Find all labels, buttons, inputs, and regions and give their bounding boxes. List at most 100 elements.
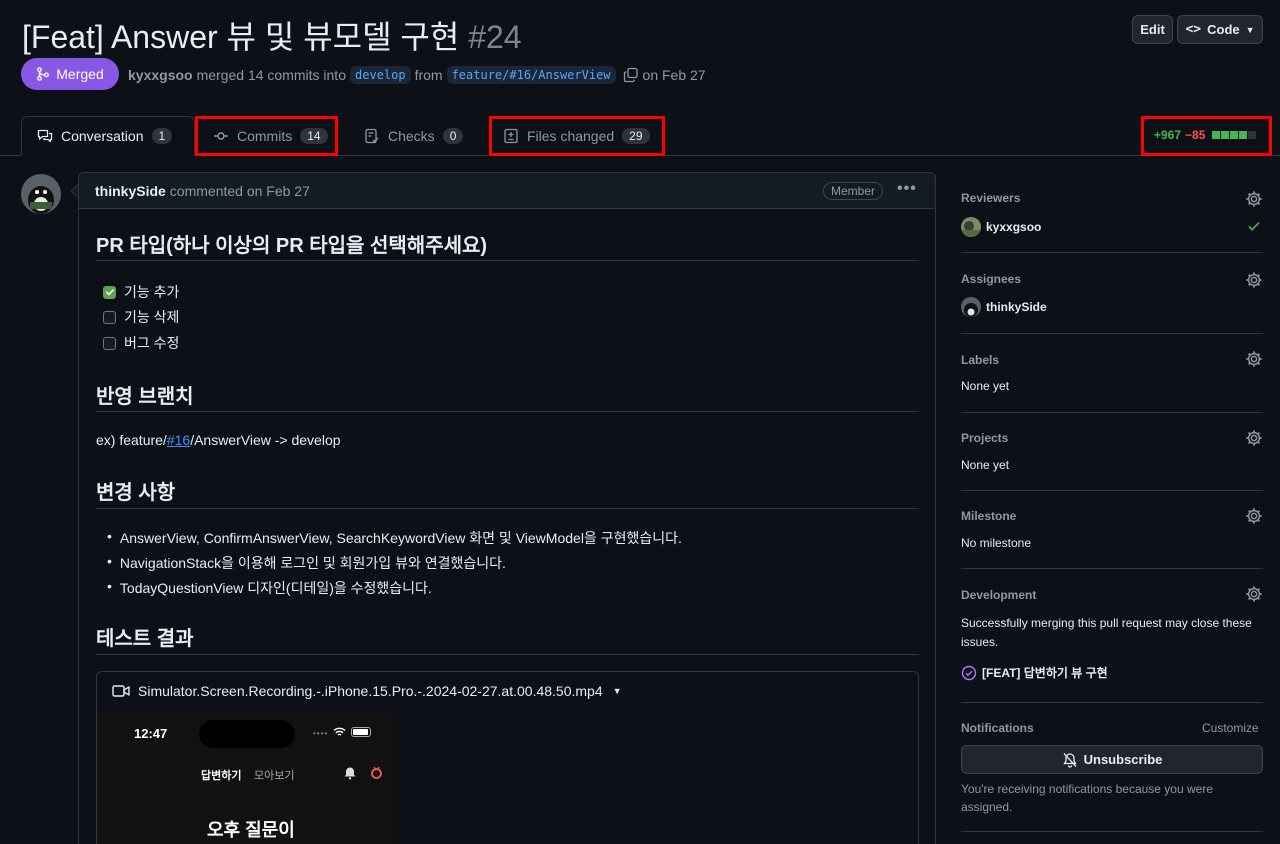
unchecked-checkbox[interactable] bbox=[103, 336, 116, 350]
tab-files-changed-count: 29 bbox=[622, 128, 650, 144]
bullet-dot: • bbox=[107, 578, 112, 594]
author-link[interactable]: kyxxgsoo bbox=[128, 67, 193, 83]
reviewer-row[interactable]: kyxxgsoo bbox=[961, 217, 1041, 237]
labels-value: None yet bbox=[961, 379, 1010, 393]
development-heading: Development bbox=[961, 588, 1037, 602]
assignee-avatar bbox=[961, 297, 981, 317]
tab-checks-label: Checks bbox=[388, 128, 435, 144]
check-icon bbox=[105, 288, 114, 296]
list-item-text: TodayQuestionView 디자인(디테일)을 수정했습니다. bbox=[119, 580, 432, 596]
sidebar-divider bbox=[961, 412, 1263, 413]
issue-closed-icon bbox=[961, 665, 977, 680]
base-branch[interactable]: develop bbox=[350, 66, 411, 84]
code-button[interactable]: <> Code ▼ bbox=[1177, 15, 1263, 44]
milestone-heading: Milestone bbox=[961, 509, 1017, 523]
kebab-menu-icon[interactable]: ••• bbox=[897, 180, 917, 198]
code-icon: <> bbox=[1185, 22, 1202, 37]
tab-checks[interactable]: Checks 0 bbox=[364, 116, 464, 156]
tab-commits[interactable]: Commits 14 bbox=[195, 116, 338, 156]
merged-text: merged 14 commits into bbox=[196, 67, 346, 83]
assignee-row[interactable]: thinkySide bbox=[961, 297, 1047, 317]
diffstat-square bbox=[1248, 131, 1257, 139]
diffstat-bars bbox=[1211, 131, 1257, 139]
customize-link[interactable]: Customize bbox=[1202, 721, 1259, 735]
head-branch[interactable]: feature/#16/AnswerView bbox=[446, 66, 616, 84]
edit-label: Edit bbox=[1140, 22, 1165, 37]
pr-number: #24 bbox=[468, 19, 522, 55]
checkbox-item: 기능 추가 bbox=[103, 282, 179, 302]
diffstat-deletions: −85 bbox=[1185, 128, 1206, 142]
list-item-text: AnswerView, ConfirmAnswerView, SearchKey… bbox=[119, 530, 682, 546]
list-item: • NavigationStack을 이용해 로그인 및 회원가입 뷰와 연결했습… bbox=[107, 553, 506, 573]
tab-conversation[interactable]: Conversation 1 bbox=[21, 116, 195, 156]
list-item: • TodayQuestionView 디자인(디테일)을 수정했습니다. bbox=[107, 578, 432, 598]
sidebar-divider bbox=[961, 490, 1263, 491]
video-title-row[interactable]: Simulator.Screen.Recording.-.iPhone.15.P… bbox=[112, 683, 622, 699]
unsubscribe-button[interactable]: Unsubscribe bbox=[961, 745, 1263, 774]
sidebar-divider bbox=[961, 702, 1263, 703]
bell-slash-icon bbox=[1062, 752, 1077, 768]
development-text: Successfully merging this pull request m… bbox=[961, 616, 1252, 649]
projects-heading: Projects bbox=[961, 431, 1009, 445]
pr-title-text: [Feat] Answer 뷰 및 뷰모델 구현 bbox=[22, 19, 460, 55]
diffstat-additions: +967 bbox=[1154, 128, 1182, 142]
development-gear-icon[interactable] bbox=[1245, 585, 1263, 603]
phone-heading: 오후 질문이 bbox=[207, 820, 295, 840]
assignee-name: thinkySide bbox=[986, 300, 1047, 314]
notification-reason: You're receiving notifications because y… bbox=[961, 782, 1213, 814]
comment-author[interactable]: thinkySide bbox=[95, 183, 166, 199]
reviewers-gear-icon[interactable] bbox=[1245, 190, 1263, 208]
copy-icon[interactable] bbox=[623, 67, 639, 83]
checkbox-item: 버그 수정 bbox=[103, 333, 179, 353]
checkbox-label: 기능 삭제 bbox=[124, 309, 180, 325]
video-preview[interactable]: 12:47 •••• 답변하기 모아보기 오후 질문이 bbox=[97, 710, 397, 844]
milestone-value: No milestone bbox=[961, 536, 1032, 550]
phone-time: 12:47 bbox=[134, 726, 168, 741]
sidebar-divider bbox=[961, 333, 1263, 334]
comment-action: commented on Feb 27 bbox=[169, 182, 310, 199]
projects-value: None yet bbox=[961, 458, 1010, 472]
checked-checkbox[interactable] bbox=[103, 285, 116, 299]
member-badge: Member bbox=[823, 182, 884, 200]
tab-commits-count: 14 bbox=[300, 128, 328, 144]
diffstat-square bbox=[1221, 131, 1230, 139]
code-label: Code bbox=[1207, 22, 1240, 37]
comment-discussion-icon bbox=[37, 129, 53, 143]
checklist-icon bbox=[365, 128, 379, 144]
merged-date: on Feb 27 bbox=[642, 67, 706, 83]
milestone-gear-icon[interactable] bbox=[1245, 507, 1263, 525]
heading-pr-type: PR 타입(하나 이상의 PR 타입을 선택해주세요) bbox=[96, 235, 488, 257]
diffstat-square bbox=[1239, 131, 1248, 139]
caret-down-icon: ▼ bbox=[612, 686, 622, 696]
diffstat-square bbox=[1212, 131, 1221, 139]
video-filename: Simulator.Screen.Recording.-.iPhone.15.P… bbox=[138, 683, 603, 699]
issue-link[interactable]: #16 bbox=[167, 432, 190, 448]
unchecked-checkbox[interactable] bbox=[103, 310, 116, 324]
sidebar-divider bbox=[961, 831, 1263, 832]
linked-issue-title: [FEAT] 답변하기 뷰 구현 bbox=[982, 666, 1108, 680]
bell-icon bbox=[344, 767, 356, 780]
assignees-gear-icon[interactable] bbox=[1245, 271, 1263, 289]
video-icon bbox=[112, 685, 130, 697]
pr-meta: kyxxgsoo merged 14 commits into develop … bbox=[128, 66, 706, 84]
pr-title: [Feat] Answer 뷰 및 뷰모델 구현 #24 bbox=[22, 12, 522, 58]
edit-button[interactable]: Edit bbox=[1132, 15, 1173, 44]
linked-issue[interactable]: [FEAT] 답변하기 뷰 구현 bbox=[961, 664, 1108, 681]
caret-down-icon: ▼ bbox=[1245, 24, 1255, 35]
git-merge-icon bbox=[37, 67, 50, 81]
labels-gear-icon[interactable] bbox=[1245, 350, 1263, 368]
comment-author-avatar[interactable] bbox=[21, 174, 61, 214]
dynamic-island bbox=[199, 720, 295, 748]
signal-icon: •••• bbox=[313, 729, 329, 738]
heading-branch: 반영 브랜치 bbox=[96, 386, 194, 408]
checkbox-item: 기능 삭제 bbox=[103, 307, 179, 327]
branch-paragraph: ex) feature/#16/AnswerView -> develop bbox=[96, 432, 341, 448]
branch-suffix: /AnswerView -> develop bbox=[190, 432, 341, 448]
tab-files-changed[interactable]: Files changed 29 bbox=[489, 116, 665, 156]
wifi-icon bbox=[333, 727, 346, 736]
merged-status-badge: Merged bbox=[21, 58, 119, 90]
projects-gear-icon[interactable] bbox=[1245, 429, 1263, 447]
tab-conversation-count: 1 bbox=[151, 128, 173, 144]
checkbox-label: 기능 추가 bbox=[124, 284, 180, 300]
tab-files-changed-label: Files changed bbox=[527, 128, 615, 144]
